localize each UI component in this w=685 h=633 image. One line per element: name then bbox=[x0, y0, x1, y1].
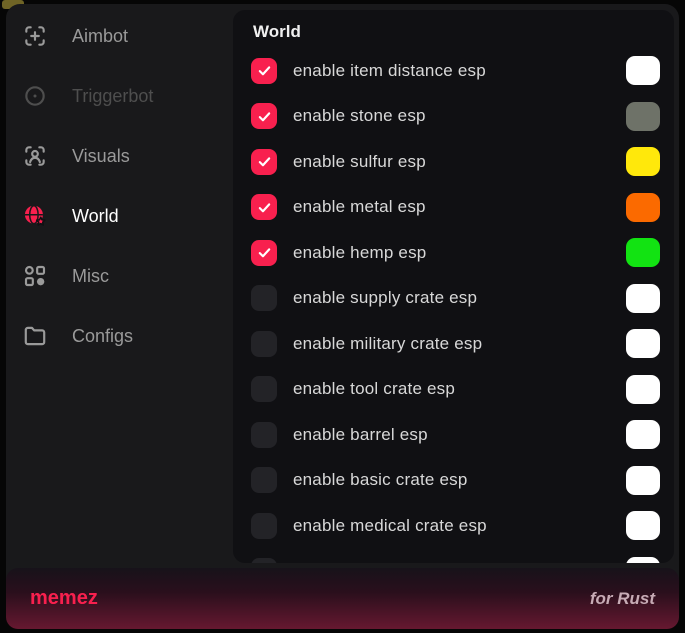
esp-checkbox[interactable] bbox=[251, 194, 277, 220]
sidebar-item-aimbot[interactable]: Aimbot bbox=[6, 6, 233, 66]
esp-row: enable metal esp bbox=[251, 185, 660, 231]
esp-row: enable hemp esp bbox=[251, 230, 660, 276]
esp-label: enable barrel esp bbox=[293, 425, 428, 445]
checkmark-icon bbox=[257, 154, 272, 169]
checkmark-icon bbox=[257, 109, 272, 124]
color-swatch[interactable] bbox=[626, 238, 660, 267]
esp-label: enable military crate esp bbox=[293, 334, 482, 354]
esp-checkbox[interactable] bbox=[251, 331, 277, 357]
sidebar-item-world[interactable]: World bbox=[6, 186, 233, 246]
sidebar-item-configs[interactable]: Configs bbox=[6, 306, 233, 366]
color-swatch[interactable] bbox=[626, 193, 660, 222]
sidebar: Aimbot Triggerbot Visuals World Misc bbox=[6, 6, 233, 366]
esp-checkbox[interactable] bbox=[251, 513, 277, 539]
esp-label: enable metal esp bbox=[293, 197, 426, 217]
sidebar-item-misc[interactable]: Misc bbox=[6, 246, 233, 306]
esp-label: enable sulfur esp bbox=[293, 152, 426, 172]
color-swatch[interactable] bbox=[626, 557, 660, 563]
visuals-icon bbox=[22, 143, 48, 169]
sidebar-item-label: Aimbot bbox=[72, 26, 128, 47]
color-swatch[interactable] bbox=[626, 56, 660, 85]
esp-label: enable supply crate esp bbox=[293, 288, 477, 308]
esp-label: enable medical crate esp bbox=[293, 516, 487, 536]
esp-checkbox[interactable] bbox=[251, 103, 277, 129]
misc-icon bbox=[22, 263, 48, 289]
esp-checkbox[interactable] bbox=[251, 422, 277, 448]
esp-checkbox[interactable] bbox=[251, 240, 277, 266]
checkmark-icon bbox=[257, 63, 272, 78]
color-swatch[interactable] bbox=[626, 102, 660, 131]
esp-label: enable tool crate esp bbox=[293, 379, 455, 399]
esp-row: enable barrel esp bbox=[251, 412, 660, 458]
checkmark-icon bbox=[257, 200, 272, 215]
esp-label: enable item distance esp bbox=[293, 61, 486, 81]
world-icon bbox=[22, 203, 48, 229]
sidebar-item-triggerbot[interactable]: Triggerbot bbox=[6, 66, 233, 126]
esp-row: enable sulfur esp bbox=[251, 139, 660, 185]
color-swatch[interactable] bbox=[626, 466, 660, 495]
esp-row: enable item distance esp bbox=[251, 48, 660, 94]
esp-checkbox[interactable] bbox=[251, 558, 277, 563]
tagline-label: for Rust bbox=[590, 589, 655, 609]
esp-row: enable military crate esp bbox=[251, 321, 660, 367]
panel-title: World bbox=[251, 22, 660, 42]
brand-label: memez bbox=[30, 587, 98, 610]
sidebar-item-label: Triggerbot bbox=[72, 86, 153, 107]
aimbot-icon bbox=[22, 23, 48, 49]
esp-row: enable tool crate esp bbox=[251, 367, 660, 413]
footer-bar: memez for Rust bbox=[6, 568, 679, 629]
esp-row: enable stone esp bbox=[251, 94, 660, 140]
esp-row: enable supply crate esp bbox=[251, 276, 660, 322]
checkmark-icon bbox=[257, 245, 272, 260]
sidebar-item-label: Configs bbox=[72, 326, 133, 347]
esp-row: enable medical crate esp bbox=[251, 503, 660, 549]
esp-checkbox[interactable] bbox=[251, 58, 277, 84]
esp-checkbox[interactable] bbox=[251, 149, 277, 175]
world-panel: World enable item distance esp enable st… bbox=[233, 10, 674, 563]
color-swatch[interactable] bbox=[626, 329, 660, 358]
sidebar-item-label: World bbox=[72, 206, 119, 227]
color-swatch[interactable] bbox=[626, 511, 660, 540]
configs-icon bbox=[22, 323, 48, 349]
sidebar-item-label: Misc bbox=[72, 266, 109, 287]
esp-list[interactable]: enable item distance esp enable stone es… bbox=[251, 48, 660, 563]
color-swatch[interactable] bbox=[626, 147, 660, 176]
color-swatch[interactable] bbox=[626, 420, 660, 449]
cheat-menu-window: Aimbot Triggerbot Visuals World Misc bbox=[6, 4, 679, 629]
triggerbot-icon bbox=[22, 83, 48, 109]
esp-checkbox[interactable] bbox=[251, 467, 277, 493]
esp-checkbox[interactable] bbox=[251, 376, 277, 402]
color-swatch[interactable] bbox=[626, 375, 660, 404]
esp-label: enable stone esp bbox=[293, 106, 426, 126]
sidebar-item-label: Visuals bbox=[72, 146, 130, 167]
color-swatch[interactable] bbox=[626, 284, 660, 313]
sidebar-item-visuals[interactable]: Visuals bbox=[6, 126, 233, 186]
esp-checkbox[interactable] bbox=[251, 285, 277, 311]
esp-row bbox=[251, 549, 660, 564]
esp-label: enable basic crate esp bbox=[293, 470, 468, 490]
esp-row: enable basic crate esp bbox=[251, 458, 660, 504]
esp-label: enable hemp esp bbox=[293, 243, 426, 263]
